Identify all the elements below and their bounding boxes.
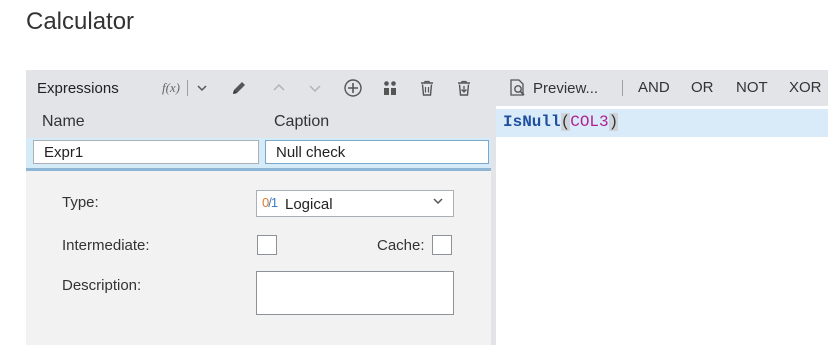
toolbar-divider xyxy=(187,80,188,96)
cache-label: Cache: xyxy=(377,237,425,254)
function-token: IsNull xyxy=(503,113,561,131)
table-row[interactable] xyxy=(26,138,491,171)
description-label: Description: xyxy=(62,277,142,294)
intermediate-label: Intermediate: xyxy=(62,237,150,254)
expressions-title: Expressions xyxy=(37,80,119,97)
operator-or-button[interactable]: OR xyxy=(691,79,714,96)
type-label: Type: xyxy=(62,194,99,211)
description-textarea[interactable] xyxy=(256,271,454,315)
preview-button[interactable]: Preview... xyxy=(508,77,598,99)
expression-code: IsNull(COL3) xyxy=(503,113,619,131)
trash-download-icon[interactable] xyxy=(454,78,474,98)
expressions-panel: Expressions f(x) Name Caption Expr1 Null… xyxy=(26,70,491,345)
preview-icon xyxy=(508,78,528,98)
expressions-toolbar: Expressions f(x) xyxy=(26,70,491,106)
trash-icon[interactable] xyxy=(417,78,437,98)
expression-caption-input[interactable] xyxy=(265,140,489,164)
toolbar-divider xyxy=(622,80,623,96)
add-circle-icon[interactable] xyxy=(343,78,363,98)
preview-label: Preview... xyxy=(533,79,599,97)
operator-not-button[interactable]: NOT xyxy=(736,79,768,96)
operator-and-button[interactable]: AND xyxy=(638,79,670,96)
fx-icon[interactable]: f(x) xyxy=(159,78,183,98)
column-token: COL3 xyxy=(570,113,609,131)
column-header-caption[interactable]: Caption xyxy=(274,113,329,131)
expression-name-input[interactable] xyxy=(33,140,259,164)
close-paren-token: ) xyxy=(608,113,619,131)
intermediate-checkbox[interactable] xyxy=(257,235,277,255)
open-paren-token: ( xyxy=(560,113,571,131)
arrow-up-icon[interactable] xyxy=(269,78,289,98)
chevron-down-icon xyxy=(432,195,444,210)
cache-checkbox[interactable] xyxy=(432,235,452,255)
pencil-icon[interactable] xyxy=(229,78,249,98)
expression-editor[interactable]: IsNull(COL3) xyxy=(496,109,828,137)
operator-xor-button[interactable]: XOR xyxy=(789,79,822,96)
type-select-value: Logical xyxy=(285,196,333,213)
type-select[interactable]: 0/1 Logical xyxy=(256,190,454,217)
editor-toolbar: Preview... AND OR NOT XOR xyxy=(496,70,828,106)
chevron-down-icon[interactable] xyxy=(192,78,212,98)
column-header-row: Name Caption xyxy=(26,106,491,138)
page-title: Calculator xyxy=(26,8,135,35)
arrow-down-icon[interactable] xyxy=(305,78,325,98)
column-header-name[interactable]: Name xyxy=(42,113,85,131)
people-icon[interactable] xyxy=(380,78,400,98)
logical-type-icon: 0/1 xyxy=(262,195,278,210)
